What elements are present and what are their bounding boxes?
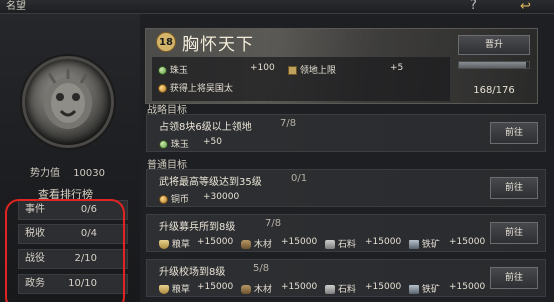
reward-grain: 粮草 xyxy=(159,282,190,295)
reward-gem: 珠玉 xyxy=(159,137,189,150)
level-badge: 18 xyxy=(156,32,176,52)
reward-amount: +15000 xyxy=(449,237,486,247)
reward-iron: 铁矿 xyxy=(409,237,440,250)
left-panel: 势力值 10030 查看排行榜 事件 0/6 税收 0/4 战役 2/10 政务… xyxy=(0,14,140,302)
task-progress: 7/8 xyxy=(280,118,297,129)
reward-iron: 铁矿 xyxy=(409,282,440,295)
page-title: 名望 xyxy=(6,1,26,12)
reward-amount: +15000 xyxy=(365,282,402,292)
task-name: 占领8块6级以上领地 xyxy=(159,122,252,133)
emblem-avatar xyxy=(22,56,114,148)
wood-icon xyxy=(241,285,251,294)
reward-amount: +30000 xyxy=(203,192,240,202)
reward-wood: 木材 xyxy=(241,237,272,250)
rank-title: 胸怀天下 xyxy=(182,35,254,55)
reward-stone: 石料 xyxy=(325,237,356,250)
power-row: 势力值 10030 xyxy=(30,164,105,179)
stone-icon xyxy=(325,240,335,249)
reward-territory: 领地上限 xyxy=(288,63,336,76)
promotion-rewards: 珠玉 +100 领地上限 +5 获得上将吴国太 xyxy=(152,57,450,101)
progress-text: 168/176 xyxy=(473,85,515,96)
task-row: 武将最高等级达到35级 0/1 铜币 +30000 前往 xyxy=(146,169,546,207)
top-bar: 名望 ? ↩ xyxy=(0,0,554,14)
help-icon[interactable]: ? xyxy=(470,0,477,14)
reward-grain: 粮草 xyxy=(159,237,190,250)
reward-amount: +15000 xyxy=(281,282,318,292)
back-icon[interactable]: ↩ xyxy=(520,0,531,15)
power-value: 10030 xyxy=(73,168,105,179)
task-progress: 7/8 xyxy=(265,218,282,229)
task-progress: 5/8 xyxy=(253,263,270,274)
upgrade-button[interactable]: 晋升 xyxy=(458,35,530,55)
red-highlight-annotation xyxy=(5,199,125,302)
task-name: 升级校场到8级 xyxy=(159,267,226,278)
task-row: 升级校场到8级 5/8 粮草 +15000 木材 +15000 石料 +1500… xyxy=(146,259,546,297)
gem-icon xyxy=(159,140,168,149)
progress-fill xyxy=(459,62,526,68)
task-row: 升级募兵所到8级 7/8 粮草 +15000 木材 +15000 石料 +150… xyxy=(146,214,546,252)
reward-copper: 铜币 xyxy=(159,192,189,205)
task-name: 武将最高等级达到35级 xyxy=(159,177,262,188)
reward-amount: +15000 xyxy=(197,237,234,247)
grain-icon xyxy=(159,240,169,249)
power-label: 势力值 xyxy=(30,168,60,179)
promotion-progress-bar xyxy=(458,61,530,69)
task-progress: 0/1 xyxy=(291,173,308,184)
coin-icon xyxy=(159,195,168,204)
goto-button[interactable]: 前往 xyxy=(490,122,538,144)
upgrade-box: 晋升 168/176 xyxy=(454,35,534,99)
task-row: 占领8块6级以上领地 7/8 珠玉 +50 前往 xyxy=(146,114,546,152)
reward-amount: +15000 xyxy=(281,237,318,247)
right-panel: 18 胸怀天下 珠玉 +100 领地上限 +5 获得上将吴国太 晋升 168/1… xyxy=(140,14,554,302)
reward-gem: 珠玉 xyxy=(158,63,188,76)
reward-general: 获得上将吴国太 xyxy=(158,81,233,94)
iron-icon xyxy=(409,285,419,294)
reward-amount: +50 xyxy=(203,137,222,147)
reward-amount: +15000 xyxy=(197,282,234,292)
lion-head-icon xyxy=(44,69,92,129)
reward-amount: +15000 xyxy=(365,237,402,247)
wood-icon xyxy=(241,240,251,249)
goto-button[interactable]: 前往 xyxy=(490,177,538,199)
reward-amount: +15000 xyxy=(449,282,486,292)
gem-icon xyxy=(158,66,167,75)
coin-icon xyxy=(158,84,167,93)
iron-icon xyxy=(409,240,419,249)
reward-territory-amount: +5 xyxy=(390,63,404,73)
goto-button[interactable]: 前往 xyxy=(490,222,538,244)
rank-banner: 18 胸怀天下 珠玉 +100 领地上限 +5 获得上将吴国太 晋升 168/1… xyxy=(145,28,538,104)
stone-icon xyxy=(325,285,335,294)
reward-wood: 木材 xyxy=(241,282,272,295)
flag-icon xyxy=(288,66,297,75)
reward-gem-amount: +100 xyxy=(250,63,275,73)
task-name: 升级募兵所到8级 xyxy=(159,222,236,233)
goto-button[interactable]: 前往 xyxy=(490,267,538,289)
grain-icon xyxy=(159,285,169,294)
reward-stone: 石料 xyxy=(325,282,356,295)
